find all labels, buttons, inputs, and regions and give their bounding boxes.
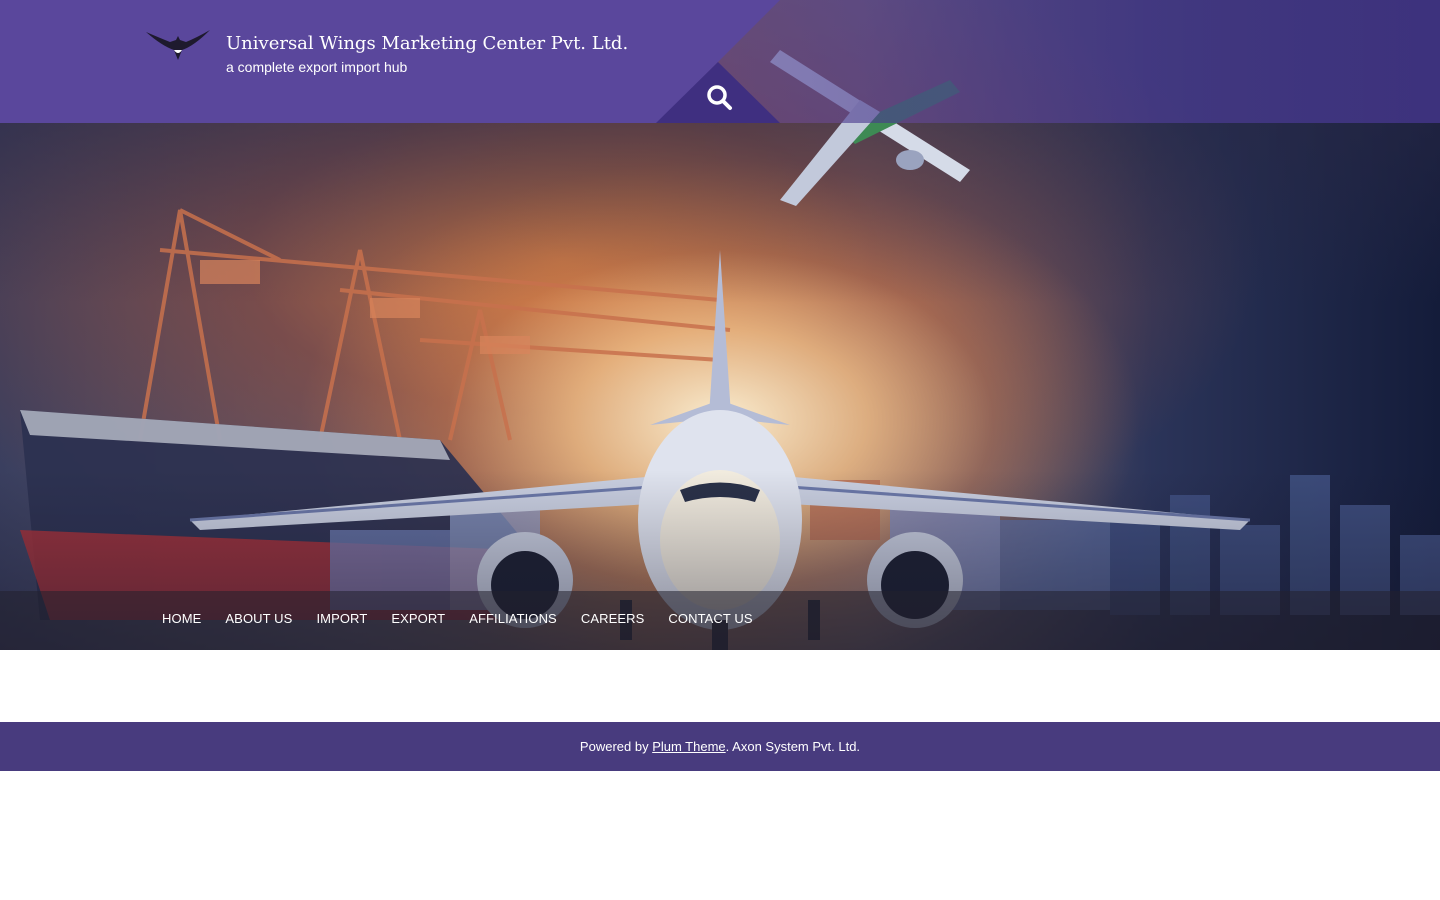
nav-item-home[interactable]: HOME: [162, 611, 201, 626]
footer-prefix: Powered by: [579, 739, 653, 754]
footer: Powered by Plum Theme. Axon System Pvt. …: [0, 722, 1440, 771]
nav-item-affiliations[interactable]: AFFILIATIONS: [469, 611, 557, 626]
site-title[interactable]: Universal Wings Marketing Center Pvt. Lt…: [226, 33, 628, 54]
nav-item-export[interactable]: EXPORT: [391, 611, 445, 626]
header-right-overlay: [656, 0, 1440, 123]
footer-theme-link[interactable]: Plum Theme: [652, 739, 725, 754]
site-tagline: a complete export import hub: [226, 59, 408, 75]
eagle-logo-icon[interactable]: [144, 26, 212, 64]
nav-item-contact-us[interactable]: CONTACT US: [668, 611, 752, 626]
hero-banner: Universal Wings Marketing Center Pvt. Lt…: [0, 0, 1440, 650]
nav-item-about-us[interactable]: ABOUT US: [225, 611, 292, 626]
search-icon[interactable]: [706, 84, 734, 112]
nav-item-import[interactable]: IMPORT: [316, 611, 367, 626]
main-nav: HOME ABOUT US IMPORT EXPORT AFFILIATIONS…: [162, 611, 777, 626]
nav-item-careers[interactable]: CAREERS: [581, 611, 645, 626]
footer-suffix: . Axon System Pvt. Ltd.: [725, 739, 861, 754]
